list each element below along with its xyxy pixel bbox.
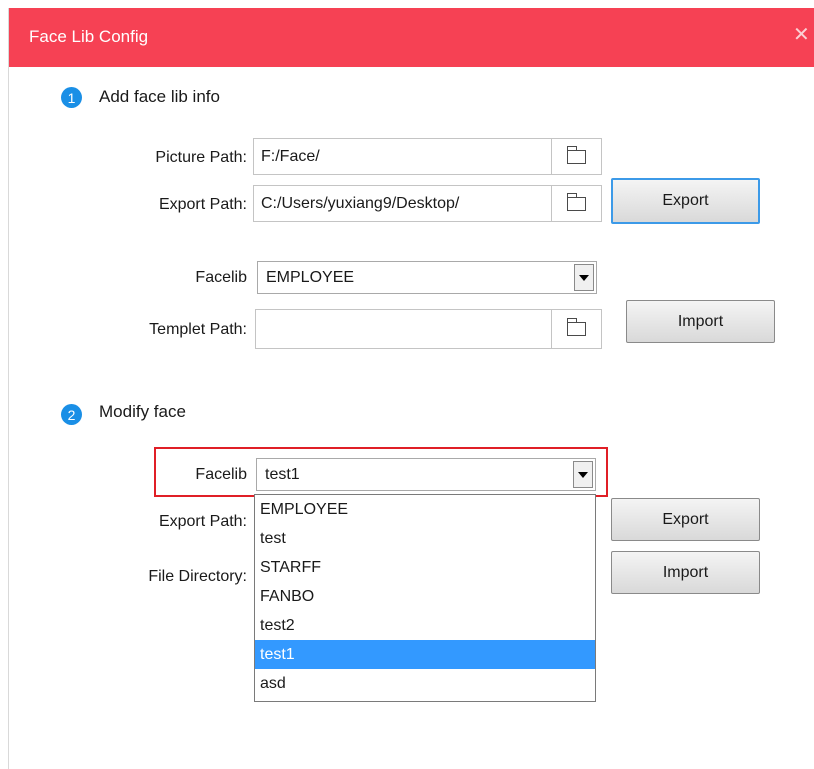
- window-title: Face Lib Config: [29, 27, 149, 46]
- picture-path-field[interactable]: F:/Face/: [253, 138, 602, 175]
- folder-icon: [567, 318, 586, 336]
- step2-export-path-label: Export Path:: [158, 513, 247, 530]
- dropdown-option[interactable]: asd: [255, 669, 595, 698]
- export-path-label: Export Path:: [158, 196, 247, 213]
- step-2-title: Modify face: [99, 402, 186, 421]
- templet-path-browse-button[interactable]: [551, 310, 601, 348]
- facelib-select-value: EMPLOYEE: [266, 269, 355, 286]
- step1-export-button[interactable]: Export: [611, 178, 760, 224]
- picture-path-label: Picture Path:: [155, 149, 247, 166]
- dropdown-option[interactable]: EMPLOYEE: [255, 495, 595, 524]
- templet-path-field[interactable]: [255, 309, 602, 349]
- picture-path-value: F:/Face/: [261, 148, 320, 165]
- dropdown-option[interactable]: test2: [255, 611, 595, 640]
- step2-facelib-select[interactable]: test1: [256, 458, 596, 491]
- step2-facelib-select-value: test1: [265, 466, 300, 483]
- file-directory-label: File Directory:: [148, 568, 247, 585]
- facelib-label: Facelib: [195, 269, 247, 286]
- dialog-window: Face Lib Config ✕ 1 Add face lib info Pi…: [8, 8, 814, 769]
- facelib-dropdown-list[interactable]: EMPLOYEE test STARFF FANBO test2 test1 a…: [254, 494, 596, 702]
- folder-icon: [567, 192, 586, 211]
- export-path-value: C:/Users/yuxiang9/Desktop/: [261, 195, 460, 212]
- folder-icon: [567, 145, 586, 164]
- step2-facelib-label: Facelib: [195, 466, 247, 483]
- step1-import-button[interactable]: Import: [626, 300, 775, 343]
- picture-path-browse-button[interactable]: [551, 139, 601, 174]
- step-1-title: Add face lib info: [99, 87, 220, 106]
- templet-path-label: Templet Path:: [149, 321, 247, 338]
- step2-import-button[interactable]: Import: [611, 551, 760, 594]
- export-path-browse-button[interactable]: [551, 186, 601, 221]
- facelib-select[interactable]: EMPLOYEE: [257, 261, 597, 294]
- dropdown-option[interactable]: FANBO: [255, 582, 595, 611]
- dropdown-option-selected[interactable]: test1: [255, 640, 595, 669]
- step2-export-button[interactable]: Export: [611, 498, 760, 541]
- dropdown-option[interactable]: STARFF: [255, 553, 595, 582]
- chevron-down-icon[interactable]: [573, 461, 593, 488]
- chevron-down-icon[interactable]: [574, 264, 594, 291]
- step-2-badge: 2: [61, 404, 82, 425]
- step-1-badge: 1: [61, 87, 82, 108]
- dropdown-option[interactable]: test: [255, 524, 595, 553]
- close-icon[interactable]: ✕: [793, 22, 810, 47]
- export-path-field[interactable]: C:/Users/yuxiang9/Desktop/: [253, 185, 602, 222]
- title-bar: Face Lib Config ✕: [9, 8, 814, 67]
